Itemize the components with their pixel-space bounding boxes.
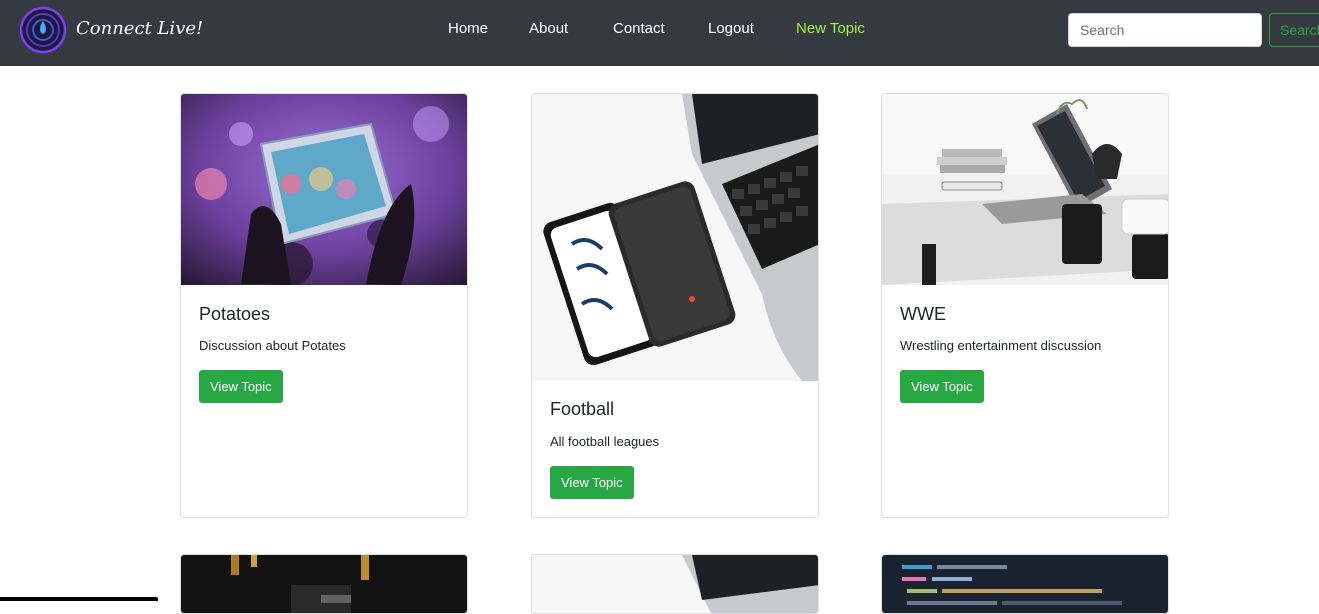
nav-contact[interactable]: Contact	[613, 20, 665, 37]
topic-title: Potatoes	[199, 304, 271, 324]
brand[interactable]: Connect Live!	[19, 6, 203, 54]
search-input[interactable]	[1068, 13, 1262, 47]
topic-card: Potatoes Discussion about Potates View T…	[180, 93, 468, 518]
topic-title: Football	[550, 399, 615, 419]
view-topic-button[interactable]: View Topic	[550, 466, 634, 499]
topic-description: Discussion about Potates	[199, 338, 346, 353]
topic-card	[881, 554, 1169, 614]
topic-description: Wrestling entertainment discussion	[900, 338, 1102, 353]
search-button[interactable]: Search	[1269, 13, 1319, 47]
topic-image	[532, 555, 818, 613]
view-topic-button[interactable]: View Topic	[199, 370, 283, 403]
topic-title: WWE	[900, 304, 946, 324]
nav-about[interactable]: About	[529, 20, 568, 37]
logo-icon	[19, 6, 67, 54]
topic-card	[531, 554, 819, 614]
navbar: Connect Live! Home About Contact Logout …	[0, 0, 1319, 66]
nav-new-topic[interactable]: New Topic	[796, 20, 865, 37]
topic-image	[882, 94, 1168, 285]
topic-image	[882, 555, 1168, 613]
topic-card	[180, 554, 468, 614]
topic-description: All football leagues	[550, 434, 660, 449]
topic-card: Football All football leagues View Topic	[531, 93, 819, 518]
topic-card: WWE Wrestling entertainment discussion V…	[881, 93, 1169, 518]
nav-home[interactable]: Home	[448, 20, 488, 37]
brand-name: Connect Live!	[76, 18, 204, 39]
view-topic-button[interactable]: View Topic	[900, 370, 984, 403]
topic-image	[181, 94, 467, 285]
bottom-scroll-indicator	[0, 597, 158, 601]
topic-image	[181, 555, 467, 613]
topic-image	[532, 94, 818, 381]
nav-logout[interactable]: Logout	[708, 20, 754, 37]
